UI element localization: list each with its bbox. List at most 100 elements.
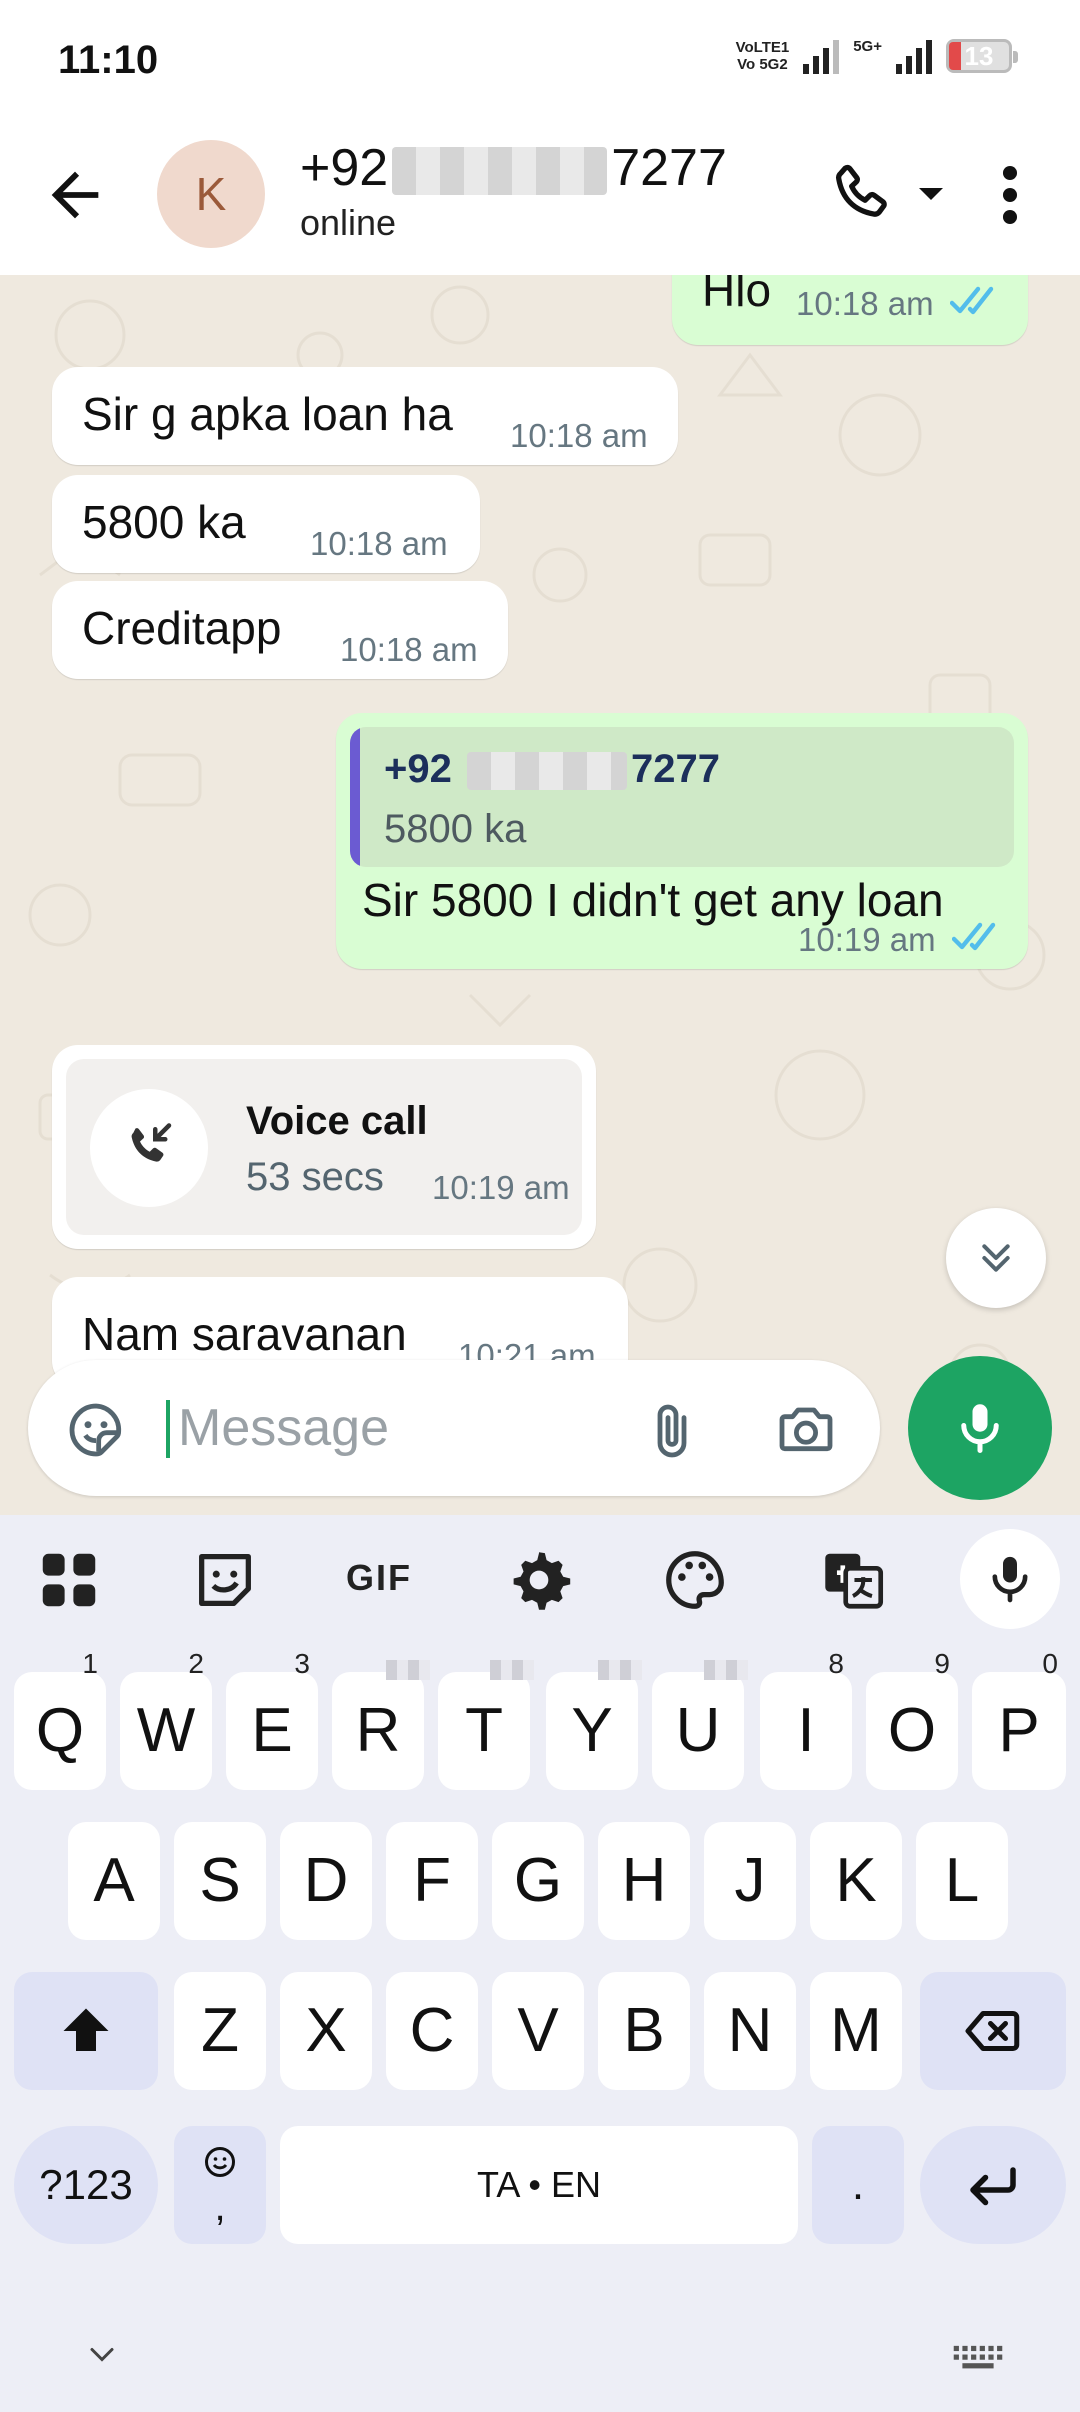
key-p[interactable]: P0 [972,1650,1066,1790]
scroll-to-bottom-button[interactable] [946,1208,1046,1308]
attach-icon[interactable] [640,1396,704,1466]
microphone-icon [961,1404,999,1453]
message-time: 10:18 am [310,525,448,562]
key-z[interactable]: Z [174,1972,266,2090]
period-key[interactable]: . [812,2126,904,2244]
message-bubble-outgoing-reply[interactable]: +92 7277 5800 ka Sir 5800 I didn't get a… [336,713,1028,969]
key-i[interactable]: I8 [760,1650,852,1790]
message-bubble-incoming[interactable]: Sir g apka loan ha 10:18 am [52,367,678,465]
quoted-message[interactable]: +92 7277 5800 ka [350,727,1014,867]
key-k[interactable]: K [810,1822,902,1940]
key-r[interactable]: R [332,1660,430,1790]
status-bar: 11:10 VoLTE1 Vo 5G2 5G+ 13 [0,0,1080,120]
voice-message-button[interactable] [908,1356,1052,1500]
more-options-icon[interactable] [990,162,1030,228]
message-input[interactable] [178,1390,598,1466]
key-q[interactable]: Q1 [14,1650,106,1790]
redacted-hint [386,1660,430,1680]
key-g[interactable]: G [492,1822,584,1940]
message-text: Hlo [702,275,772,316]
call-icon-wrap [90,1089,208,1207]
message-text: Sir g apka loan ha [82,388,453,440]
key-t[interactable]: T [438,1660,534,1790]
redacted-hint [490,1660,534,1680]
call-title: Voice call [246,1099,428,1143]
symbols-key[interactable]: ?123 [14,2126,158,2244]
on-screen-keyboard: GIF Q1 W2 E3 R T Y U I8 O9 P0 A S D F G … [0,1515,1080,2412]
network-type: 5G+ [853,37,882,55]
sticker-icon[interactable] [190,1545,260,1615]
key-m[interactable]: M [810,1972,902,2090]
voice-call-icon[interactable] [826,160,896,230]
back-arrow-icon[interactable] [40,160,110,230]
enter-arrow-icon [970,2167,1016,2206]
key-v[interactable]: V [492,1972,584,2090]
chat-header: K +92 7277 online [0,120,1080,275]
composer [0,1340,1080,1515]
key-b[interactable]: B [598,1972,690,2090]
enter-key[interactable] [920,2126,1066,2244]
message-time: 10:18 am [796,285,934,322]
key-a[interactable]: A [68,1822,160,1940]
key-j[interactable]: J [704,1822,796,1940]
shift-icon [63,2008,109,2051]
key-l[interactable]: L [916,1822,1008,1940]
hide-keyboard-chevron-icon[interactable] [80,2342,124,2372]
signal-strength-2-icon [896,38,932,74]
key-u[interactable]: U [652,1660,748,1790]
read-receipt-icon [950,286,994,315]
key-e[interactable]: E3 [226,1650,318,1790]
avatar[interactable]: K [157,140,265,248]
backspace-key[interactable] [920,1972,1066,2090]
message-bubble-incoming[interactable]: Creditapp 10:18 am [52,581,508,679]
chevron-down-icon[interactable] [916,182,946,206]
message-bubble-incoming[interactable]: 5800 ka 10:18 am [52,475,480,573]
apps-grid-icon[interactable] [34,1545,104,1615]
quoted-text: 5800 ka [384,807,527,851]
space-bar[interactable]: TA • EN [280,2126,798,2244]
key-c[interactable]: C [386,1972,478,2090]
gear-icon[interactable] [504,1545,574,1615]
redacted-hint [598,1660,642,1680]
key-o[interactable]: O9 [866,1650,958,1790]
key-s[interactable]: S [174,1822,266,1940]
status-time: 11:10 [58,38,159,82]
message-composer[interactable] [28,1360,880,1496]
keyboard-toolbar: GIF [0,1515,1080,1643]
message-time: 10:18 am [510,417,648,454]
microphone-icon [992,1556,1028,1603]
message-bubble-outgoing[interactable]: Hlo 10:18 am [672,275,1028,345]
palette-icon[interactable] [660,1545,730,1615]
call-duration: 53 secs [246,1155,384,1199]
incoming-call-icon [131,1123,172,1162]
translate-icon[interactable] [818,1545,888,1615]
signal-strength-icon [803,38,840,74]
redacted-number [392,147,608,196]
key-f[interactable]: F [386,1822,478,1940]
message-text: Creditapp [82,602,282,654]
contact-status: online [300,202,397,243]
message-time: 10:18 am [340,631,478,668]
key-x[interactable]: X [280,1972,372,2090]
camera-icon[interactable] [772,1398,840,1462]
key-w[interactable]: W2 [120,1650,212,1790]
contact-name[interactable]: +92 7277 [300,138,727,198]
call-card[interactable]: Voice call 53 secs 10:19 am [66,1059,582,1235]
key-h[interactable]: H [598,1822,690,1940]
volte-indicator: VoLTE1 Vo 5G2 [735,39,790,73]
voice-typing-button[interactable] [960,1529,1060,1629]
chat-messages[interactable]: Hlo 10:18 am Sir g apka loan ha 10:18 am… [0,275,1080,1515]
key-d[interactable]: D [280,1822,372,1940]
double-chevron-down-icon [982,1244,1010,1272]
key-n[interactable]: N [704,1972,796,2090]
battery-level: 13 [964,41,994,71]
key-y[interactable]: Y [546,1660,642,1790]
message-time: 10:19 am [798,921,936,958]
keyboard-switcher-icon[interactable] [952,2343,1004,2373]
call-log-bubble[interactable]: Voice call 53 secs 10:19 am [52,1045,596,1249]
shift-key[interactable] [14,1972,158,2090]
gif-button[interactable]: GIF [346,1557,412,1599]
status-icons: VoLTE1 Vo 5G2 5G+ 13 [735,37,1018,74]
sticker-icon[interactable] [64,1398,128,1462]
emoji-comma-key[interactable]: , [174,2126,266,2244]
